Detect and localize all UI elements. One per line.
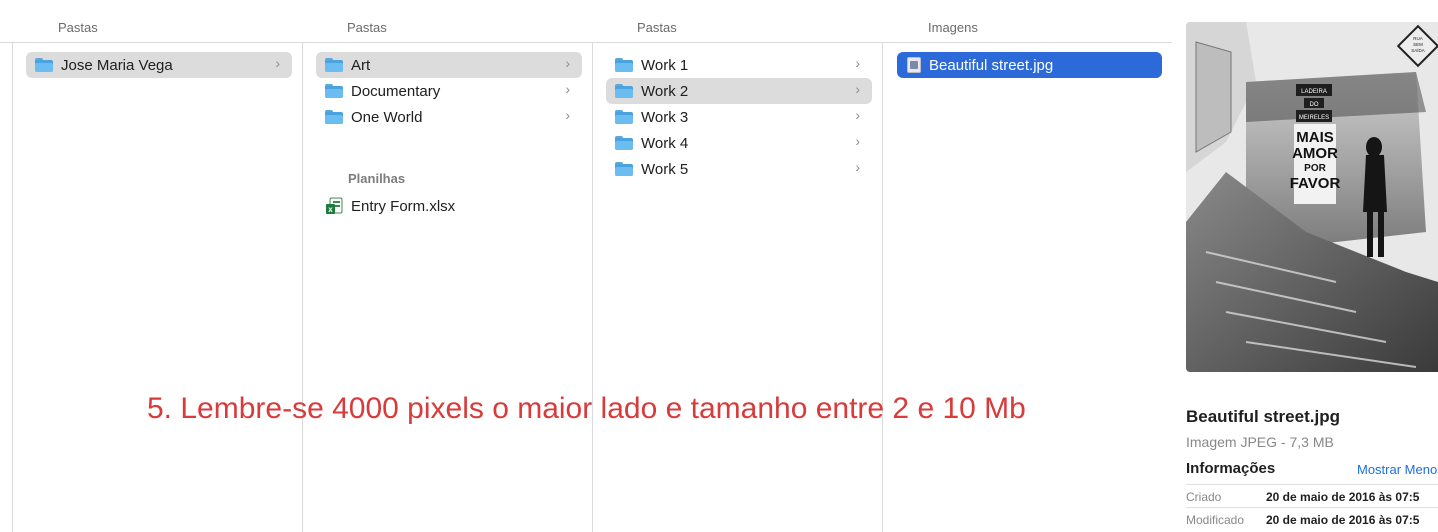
folder-icon bbox=[35, 58, 53, 72]
chevron-right-icon: › bbox=[855, 81, 860, 97]
preview-filetype: Imagem JPEG - 7,3 MB bbox=[1186, 434, 1334, 450]
meta-key-created: Criado bbox=[1186, 490, 1222, 504]
folder-row-work-1[interactable]: Work 1 › bbox=[606, 52, 872, 78]
road-sign-text-2: SEM bbox=[1413, 42, 1423, 47]
folder-row-documentary[interactable]: Documentary › bbox=[316, 78, 582, 104]
folder-icon bbox=[615, 136, 633, 150]
folder-label: Art bbox=[351, 56, 371, 74]
folder-icon bbox=[615, 162, 633, 176]
column-2[interactable]: Art › Documentary › One World › Planilha… bbox=[302, 43, 593, 532]
section-label-planilhas: Planilhas bbox=[348, 171, 406, 186]
sign-word-4: FAVOR bbox=[1290, 175, 1341, 192]
folder-icon bbox=[325, 110, 343, 124]
meta-key-modified: Modificado bbox=[1186, 513, 1245, 527]
excel-file-icon: x bbox=[326, 197, 343, 214]
column-header-2: Pastas bbox=[347, 20, 387, 35]
folder-icon bbox=[615, 110, 633, 124]
column-header-4: Imagens bbox=[928, 20, 978, 35]
preview-image[interactable]: LADEIRA DO MEIRELES MAIS AMOR POR FAVOR … bbox=[1186, 22, 1438, 372]
meta-value-created: 20 de maio de 2016 às 07:5 bbox=[1266, 490, 1420, 504]
chevron-right-icon: › bbox=[855, 133, 860, 149]
folder-row-art[interactable]: Art › bbox=[316, 52, 582, 78]
folder-row-jose-maria-vega[interactable]: Jose Maria Vega › bbox=[26, 52, 292, 78]
column-4[interactable]: Beautiful street.jpg bbox=[882, 43, 1173, 532]
road-sign-text-3: SAÍDA bbox=[1411, 47, 1425, 53]
info-divider bbox=[1186, 507, 1438, 508]
image-file-icon bbox=[907, 57, 921, 73]
sign-header-3: MEIRELES bbox=[1299, 115, 1329, 121]
folder-label: Work 3 bbox=[641, 108, 689, 126]
file-row-beautiful-street[interactable]: Beautiful street.jpg bbox=[897, 52, 1162, 78]
chevron-right-icon: › bbox=[855, 159, 860, 175]
folder-row-work-4[interactable]: Work 4 › bbox=[606, 130, 872, 156]
meta-value-modified: 20 de maio de 2016 às 07:5 bbox=[1266, 513, 1420, 527]
chevron-right-icon: › bbox=[275, 55, 280, 71]
chevron-right-icon: › bbox=[565, 107, 570, 123]
folder-label: Work 4 bbox=[641, 134, 689, 152]
sign-word-3: POR bbox=[1304, 163, 1326, 174]
sign-header-1: LADEIRA bbox=[1301, 89, 1327, 95]
folder-row-one-world[interactable]: One World › bbox=[316, 104, 582, 130]
column-1[interactable]: Jose Maria Vega › bbox=[12, 43, 303, 532]
folder-row-work-5[interactable]: Work 5 › bbox=[606, 156, 872, 182]
chevron-right-icon: › bbox=[855, 55, 860, 71]
column-header-row: Pastas Pastas Pastas Imagens bbox=[0, 0, 1172, 43]
file-row-entry-form[interactable]: x Entry Form.xlsx bbox=[316, 193, 582, 219]
folder-label: One World bbox=[351, 108, 423, 126]
chevron-right-icon: › bbox=[855, 107, 860, 123]
column-3[interactable]: Work 1 › Work 2 › Work 3 › Work 4 › Work… bbox=[592, 43, 883, 532]
folder-row-work-2[interactable]: Work 2 › bbox=[606, 78, 872, 104]
folder-icon bbox=[325, 84, 343, 98]
folder-label: Jose Maria Vega bbox=[61, 56, 173, 74]
folder-icon bbox=[615, 58, 633, 72]
info-divider bbox=[1186, 484, 1438, 485]
instruction-overlay: 5. Lembre-se 4000 pixels o maior lado e … bbox=[147, 392, 1026, 425]
folder-label: Work 5 bbox=[641, 160, 689, 178]
folder-label: Work 2 bbox=[641, 82, 689, 100]
column-header-1: Pastas bbox=[58, 20, 98, 35]
chevron-right-icon: › bbox=[565, 81, 570, 97]
show-less-link[interactable]: Mostrar Menos bbox=[1357, 462, 1438, 477]
info-section-title: Informações bbox=[1186, 460, 1276, 477]
sign-header-2: DO bbox=[1310, 102, 1319, 108]
street-photo: LADEIRA DO MEIRELES MAIS AMOR POR FAVOR … bbox=[1186, 22, 1438, 372]
folder-label: Documentary bbox=[351, 82, 441, 100]
sign-word-2: AMOR bbox=[1292, 145, 1338, 162]
file-label: Beautiful street.jpg bbox=[929, 56, 1054, 74]
folder-icon bbox=[325, 58, 343, 72]
preview-filename: Beautiful street.jpg bbox=[1186, 407, 1340, 426]
folder-icon bbox=[615, 84, 633, 98]
file-label: Entry Form.xlsx bbox=[351, 197, 456, 215]
road-sign-text-1: RUA bbox=[1413, 36, 1423, 41]
folder-row-work-3[interactable]: Work 3 › bbox=[606, 104, 872, 130]
folder-label: Work 1 bbox=[641, 56, 689, 74]
column-header-3: Pastas bbox=[637, 20, 677, 35]
sign-word-1: MAIS bbox=[1296, 129, 1334, 146]
chevron-right-icon: › bbox=[565, 55, 570, 71]
svg-text:x: x bbox=[328, 205, 333, 214]
